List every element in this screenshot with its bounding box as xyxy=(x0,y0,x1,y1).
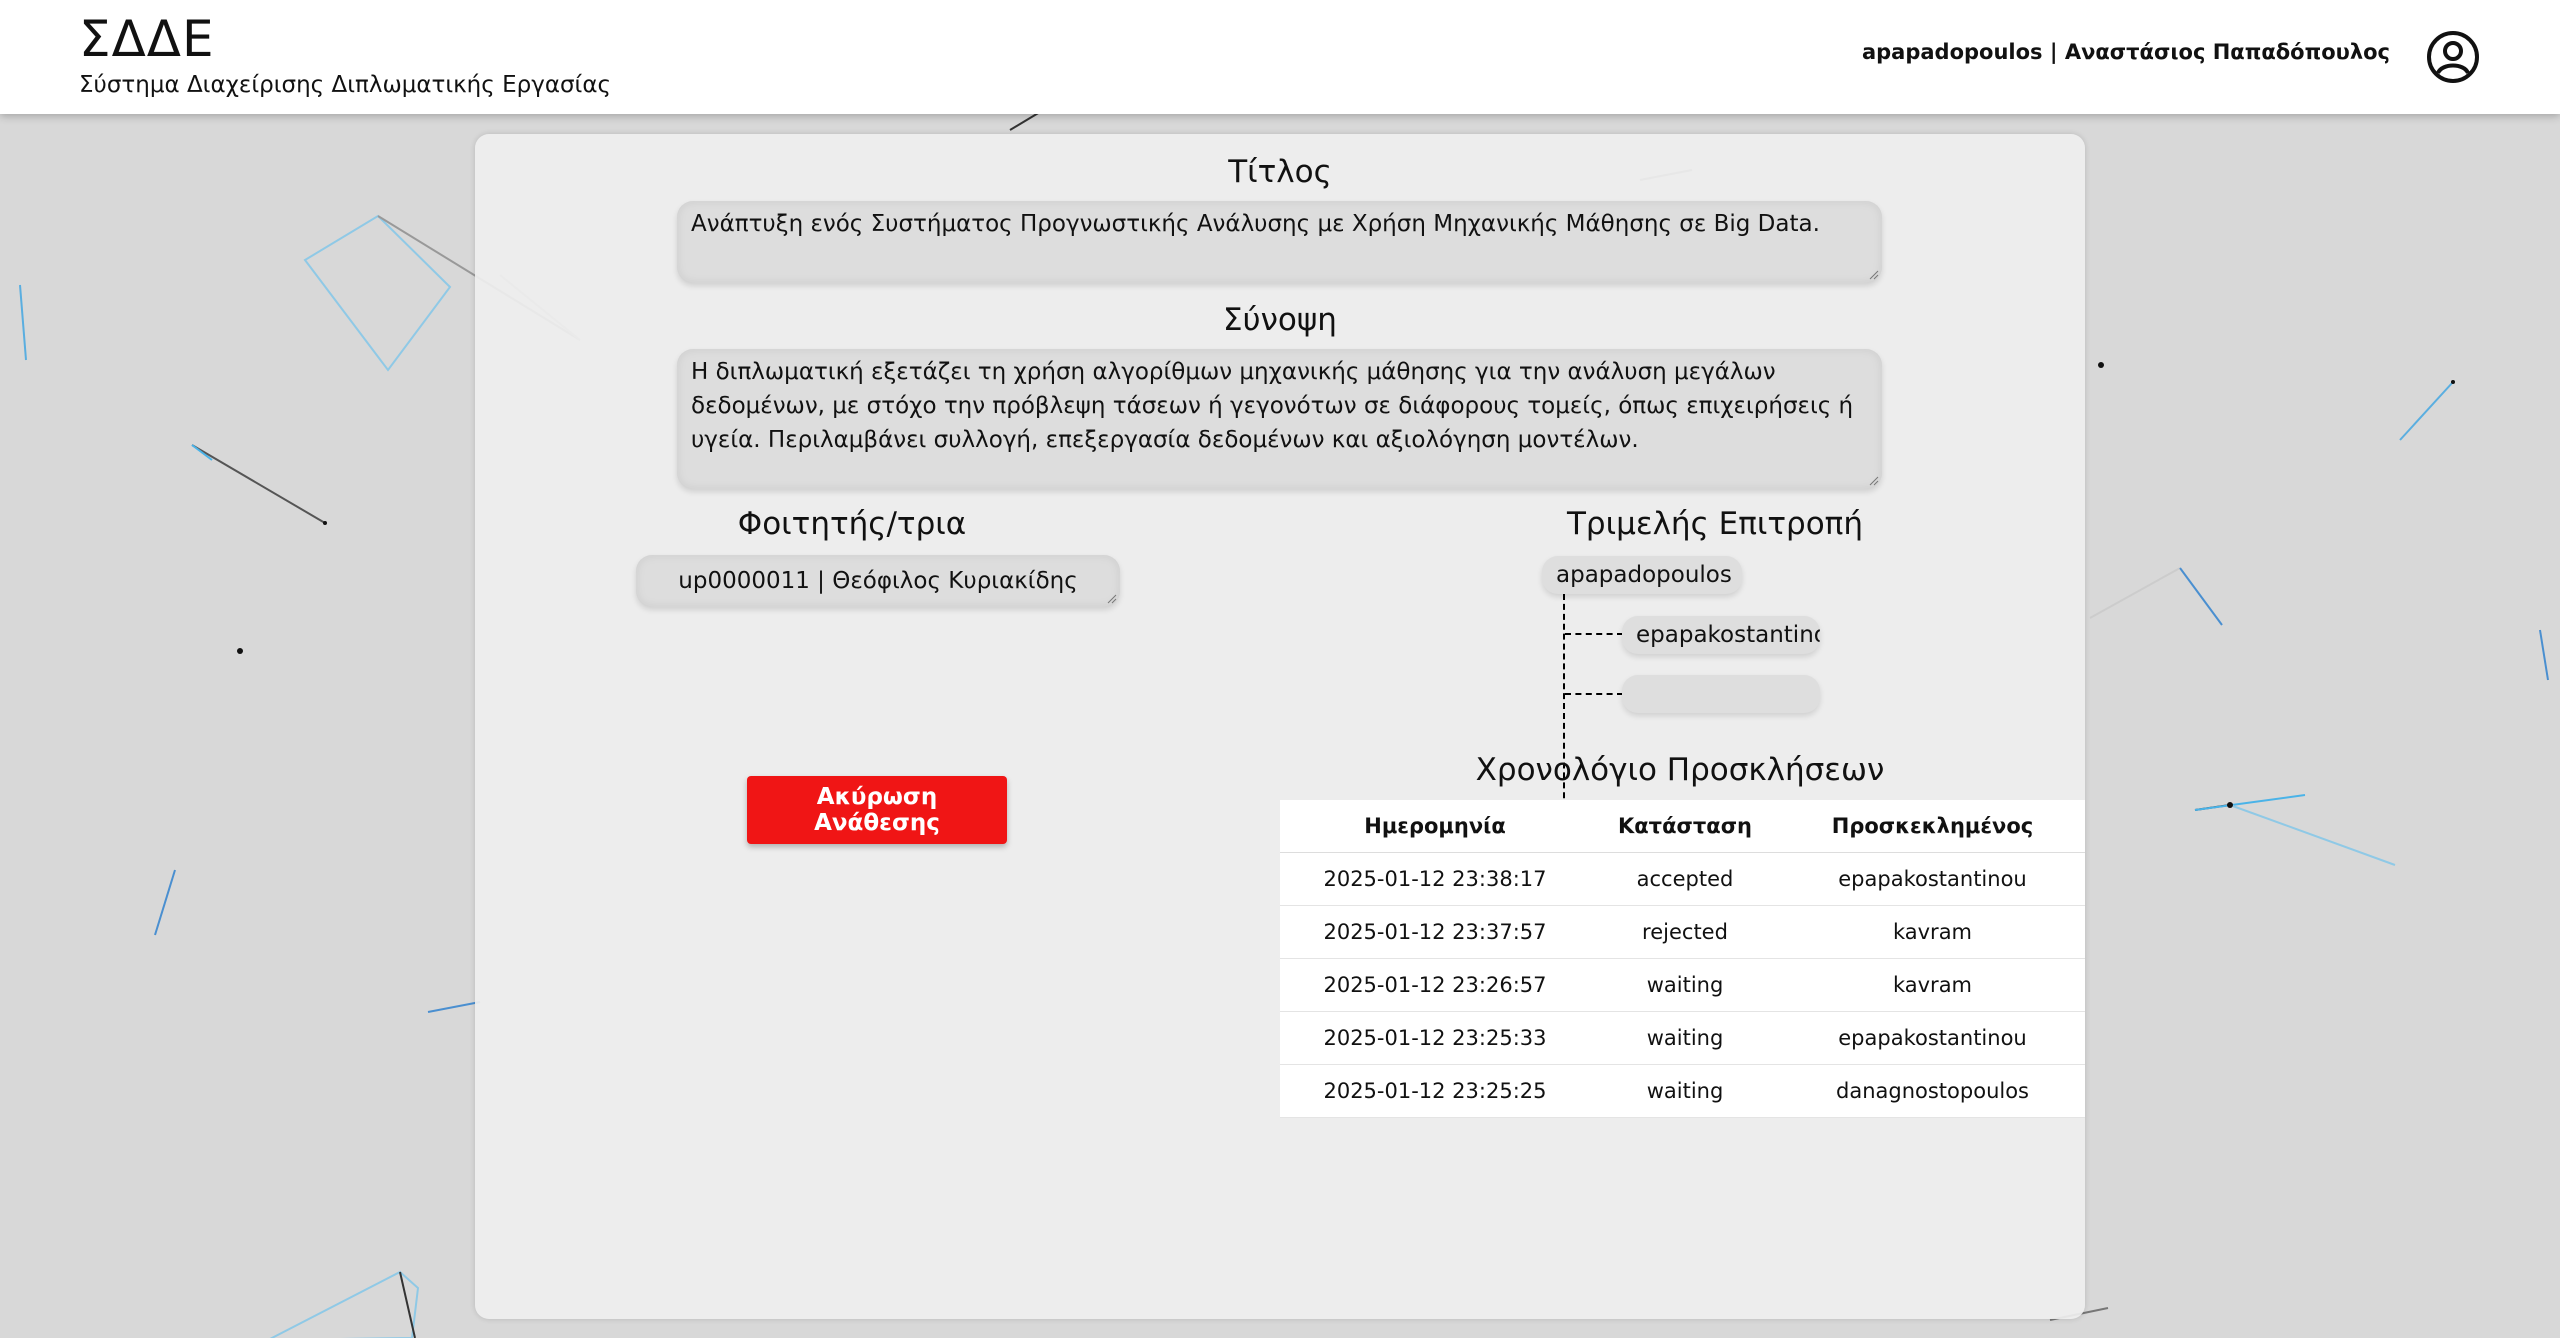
row-date: 2025-01-12 23:38:17 xyxy=(1280,852,1590,906)
row-invitee: kavram xyxy=(1780,958,2085,1012)
committee-tree-branch xyxy=(1565,633,1623,635)
student-field-text: up0000011 | Θεόφιλος Κυριακίδης xyxy=(678,568,1078,594)
table-row: 2025-01-12 23:37:57 rejected kavram xyxy=(1280,905,2085,959)
row-status: waiting xyxy=(1590,1064,1780,1118)
top-bar: ΣΔΔΕ Σύστημα Διαχείρισης Διπλωματικής Ερ… xyxy=(0,0,2560,114)
row-date: 2025-01-12 23:37:57 xyxy=(1280,905,1590,959)
history-heading: Χρονολόγιο Προσκλήσεων xyxy=(1475,752,1885,788)
row-invitee: danagnostopoulos xyxy=(1780,1064,2085,1118)
resize-grip-icon[interactable] xyxy=(1869,270,1879,280)
table-header-row: Ημερομηνία Κατάσταση Προσκεκλημένος xyxy=(1280,800,2085,853)
row-invitee: kavram xyxy=(1780,905,2085,959)
resize-grip-icon[interactable] xyxy=(1107,594,1117,604)
cancel-assignment-button[interactable]: Ακύρωση Ανάθεσης xyxy=(747,776,1007,844)
resize-grip-icon[interactable] xyxy=(1869,476,1879,486)
thesis-details-card: Τίτλος Ανάπτυξη ενός Συστήματος Προγνωστ… xyxy=(475,134,2085,1319)
row-date: 2025-01-12 23:26:57 xyxy=(1280,958,1590,1012)
current-user-label: apapadopoulos | Αναστάσιος Παπαδόπουλος xyxy=(1861,40,2390,64)
column-header-date: Ημερομηνία xyxy=(1280,800,1590,853)
summary-field[interactable]: Η διπλωματική εξετάζει τη χρήση αλγορίθμ… xyxy=(677,349,1882,489)
title-field-text: Ανάπτυξη ενός Συστήματος Προγνωστικής Αν… xyxy=(691,211,1820,237)
row-status: rejected xyxy=(1590,905,1780,959)
row-invitee: epapakostantinou xyxy=(1780,1011,2085,1065)
committee-heading: Τριμελής Επιτροπή xyxy=(1567,506,1863,542)
row-date: 2025-01-12 23:25:33 xyxy=(1280,1011,1590,1065)
row-date: 2025-01-12 23:25:25 xyxy=(1280,1064,1590,1118)
student-heading: Φοιτητής/τρια xyxy=(737,506,967,542)
invitation-history-table: Ημερομηνία Κατάσταση Προσκεκλημένος 2025… xyxy=(1280,800,2085,1118)
title-field[interactable]: Ανάπτυξη ενός Συστήματος Προγνωστικής Αν… xyxy=(677,201,1882,283)
committee-tree-branch xyxy=(1565,693,1623,695)
row-invitee: epapakostantinou xyxy=(1780,852,2085,906)
user-circle-icon[interactable] xyxy=(2426,30,2480,84)
committee-supervisor[interactable]: apapadopoulos xyxy=(1542,556,1742,594)
table-row: 2025-01-12 23:25:33 waiting epapakostant… xyxy=(1280,1011,2085,1065)
student-field[interactable]: up0000011 | Θεόφιλος Κυριακίδης xyxy=(636,555,1120,607)
committee-member-2[interactable] xyxy=(1622,675,1820,713)
table-row: 2025-01-12 23:25:25 waiting danagnostopo… xyxy=(1280,1064,2085,1118)
summary-heading: Σύνοψη xyxy=(1223,302,1337,338)
committee-tree-connector xyxy=(1563,594,1565,828)
app-subtitle: Σύστημα Διαχείρισης Διπλωματικής Εργασία… xyxy=(79,72,611,98)
committee-member-1[interactable]: epapakostantinou xyxy=(1622,616,1820,654)
table-row: 2025-01-12 23:38:17 accepted epapakostan… xyxy=(1280,852,2085,906)
row-status: waiting xyxy=(1590,958,1780,1012)
row-status: accepted xyxy=(1590,852,1780,906)
summary-field-text: Η διπλωματική εξετάζει τη χρήση αλγορίθμ… xyxy=(691,359,1854,453)
app-title[interactable]: ΣΔΔΕ xyxy=(79,10,215,68)
table-row: 2025-01-12 23:26:57 waiting kavram xyxy=(1280,958,2085,1012)
column-header-status: Κατάσταση xyxy=(1590,800,1780,853)
title-heading: Τίτλος xyxy=(1228,154,1332,190)
column-header-invitee: Προσκεκλημένος xyxy=(1780,800,2085,853)
row-status: waiting xyxy=(1590,1011,1780,1065)
